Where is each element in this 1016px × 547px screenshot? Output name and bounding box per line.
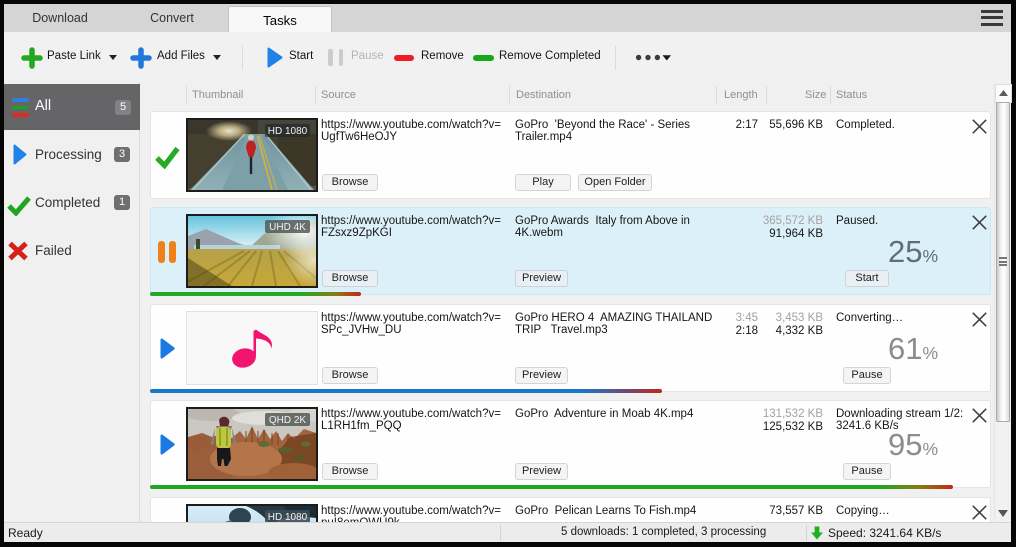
svg-text:QHD 2K: QHD 2K (269, 415, 307, 426)
svg-text:HD 1080: HD 1080 (268, 126, 308, 137)
svg-text:UHD 4K: UHD 4K (269, 222, 306, 233)
